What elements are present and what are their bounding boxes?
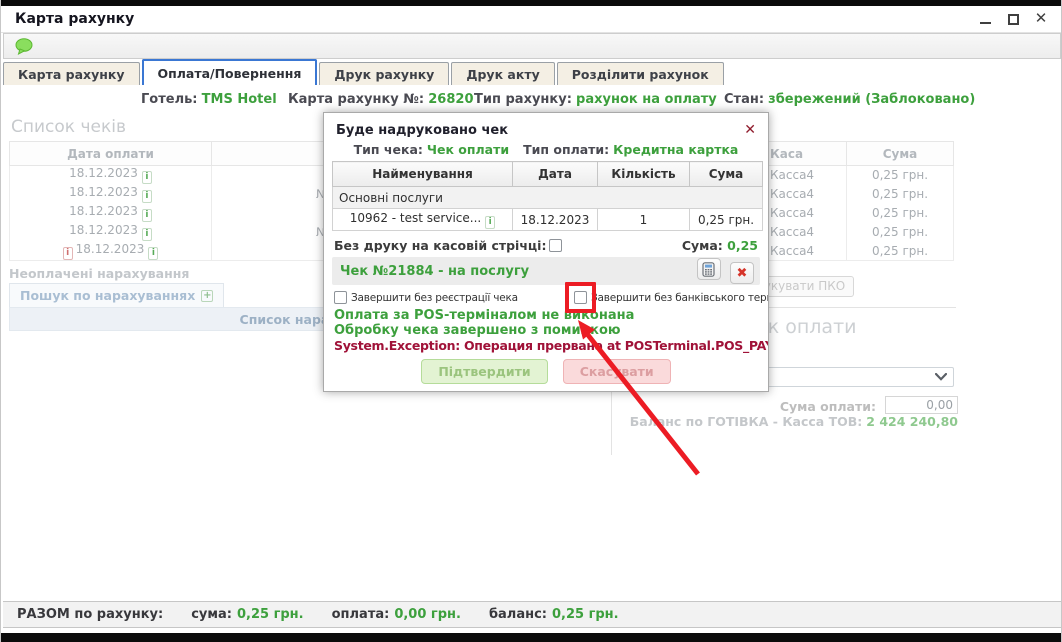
col-header-date: Дата	[513, 162, 598, 187]
payment-sum-input[interactable]	[885, 396, 958, 414]
finish-options-row: Завершити без реєстрації чека Завершити …	[334, 291, 758, 308]
col-header-name: Найменування	[333, 162, 513, 187]
hotel-info: Готель: TMS Hotel	[141, 92, 277, 107]
dialog-title: Буде надруковано чек	[336, 123, 508, 138]
pos-terminal-icon[interactable]	[697, 258, 721, 280]
total-balance: баланс: 0,25 грн.	[489, 607, 619, 622]
info-icon[interactable]: i	[142, 209, 152, 222]
total-sum: сума: 0,25 грн.	[191, 607, 303, 622]
dialog-buttons: Підтвердити Скасувати	[324, 359, 768, 384]
col-header-date[interactable]: Дата оплати	[10, 142, 212, 166]
flag-icon: i	[63, 247, 73, 260]
account-type-info: Тип рахунку: рахунок на оплату	[474, 92, 717, 107]
payment-sum-label: Сума оплати:	[626, 399, 876, 414]
finish-without-terminal-option[interactable]: Завершити без банківського терміналу	[574, 291, 769, 304]
card-number-info: Карта рахунку №: 26820	[288, 92, 474, 107]
close-icon[interactable]: ✕	[1033, 10, 1049, 26]
comment-bubble-icon[interactable]	[13, 37, 35, 56]
exception-message: System.Exception: Операция прервана at P…	[334, 338, 768, 354]
finish-without-registration-option[interactable]: Завершити без реєстрації чека	[334, 291, 518, 304]
col-header-sum[interactable]: Сума	[847, 142, 954, 166]
info-icon[interactable]: i	[485, 216, 495, 229]
items-header-row: Найменування Дата Кількість Сума	[333, 162, 763, 187]
total-paid: оплата: 0,00 грн.	[332, 607, 461, 622]
col-header-qty: Кількість	[598, 162, 690, 187]
bottom-edge	[1, 633, 1062, 642]
unpaid-section-title: Неоплачені нарахування	[9, 266, 189, 281]
account-header: Готель: TMS Hotel Карта рахунку №: 26820…	[1, 92, 1062, 110]
pos-status-message: Оплата за POS-терміналом не виконана	[334, 308, 768, 323]
finish-without-registration-checkbox[interactable]	[334, 291, 347, 304]
tab-print-invoice[interactable]: Друк рахунку	[319, 62, 449, 85]
tab-split-invoice[interactable]: Розділити рахунок	[557, 62, 724, 85]
cash-balance: Баланс по ГОТІВКА - Касса ТОВ: 2 424 240…	[526, 414, 958, 429]
receipts-section-title: Список чеків	[11, 117, 126, 137]
tab-bar: Карта рахунку Оплата/Повернення Друк рах…	[3, 59, 1061, 85]
totals-label: РАЗОМ по рахунку:	[17, 607, 163, 622]
col-header-sum: Сума	[690, 162, 763, 187]
print-receipt-dialog: Буде надруковано чек ✕ Тип чека: Чек опл…	[323, 112, 769, 392]
dialog-titlebar: Буде надруковано чек ✕	[324, 113, 768, 140]
receipt-total: Сума: 0,25	[682, 238, 758, 253]
minimize-icon[interactable]	[977, 10, 993, 26]
totals-status-bar: РАЗОМ по рахунку: сума: 0,25 грн. оплата…	[3, 601, 1061, 628]
window-titlebar: Карта рахунку ✕	[1, 6, 1061, 33]
window-controls: ✕	[977, 10, 1049, 26]
maximize-icon[interactable]	[1005, 10, 1021, 26]
annotation-highlight-rect	[565, 282, 596, 313]
print-options-row: Без друку на касовій стрічці: Сума: 0,25	[334, 238, 758, 253]
col-header-cash[interactable]: Каса	[764, 142, 847, 166]
toolbar	[3, 33, 1061, 59]
confirm-button[interactable]: Підтвердити	[421, 359, 547, 384]
receipt-items-table: Найменування Дата Кількість Сума Основні…	[332, 161, 763, 231]
cancel-button[interactable]: Скасувати	[563, 359, 671, 384]
expand-plus-icon[interactable]: +	[201, 290, 213, 302]
delete-check-icon[interactable]: ✖	[730, 262, 754, 284]
dialog-subtitle: Тип чека: Чек оплати Тип оплати: Кредитн…	[324, 142, 768, 157]
info-icon[interactable]: i	[142, 190, 152, 203]
no-print-label: Без друку на касовій стрічці:	[334, 238, 546, 253]
tab-print-act[interactable]: Друк акту	[451, 62, 554, 85]
dialog-close-icon[interactable]: ✕	[744, 123, 756, 138]
window-title: Карта рахунку	[15, 11, 134, 27]
tab-payment-return[interactable]: Оплата/Повернення	[142, 59, 318, 85]
info-icon[interactable]: i	[142, 228, 152, 241]
check-status-message: Обробку чека завершено з помилкою	[334, 323, 768, 338]
info-icon[interactable]: i	[142, 171, 152, 184]
chevron-down-icon	[935, 373, 947, 381]
tab-account-card[interactable]: Карта рахунку	[3, 62, 140, 85]
check-info-bar: Чек №21884 - на послугу ✖	[332, 257, 760, 285]
service-group-row: Основні послуги	[333, 187, 763, 209]
search-accruals-tab[interactable]: Пошук по нарахуваннях +	[9, 283, 224, 307]
account-state-info: Стан: збережений (Заблоковано)	[724, 92, 975, 107]
check-number-title: Чек №21884 - на послугу	[340, 264, 529, 279]
no-print-checkbox[interactable]	[549, 239, 562, 252]
service-item-row[interactable]: 10962 - test service...i 18.12.2023 1 0,…	[333, 209, 763, 231]
app-window: Карта рахунку ✕ Карта рахунку Оплата/Пов…	[0, 0, 1062, 642]
info-icon[interactable]: i	[148, 247, 158, 260]
